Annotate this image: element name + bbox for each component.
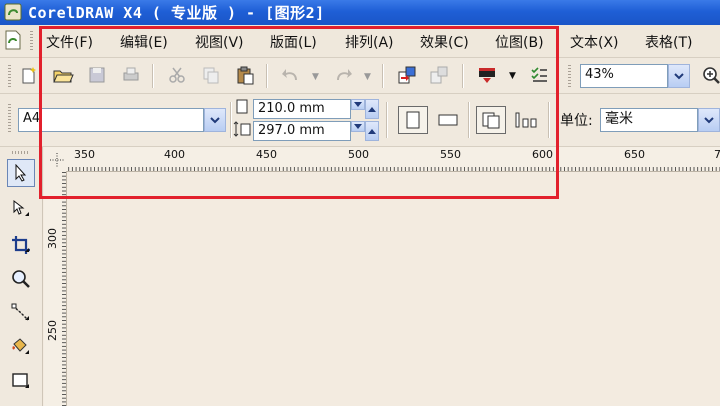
zoom-level-field[interactable]: 43% (580, 64, 668, 88)
toolbox-grip[interactable] (12, 151, 30, 154)
toolbox (0, 147, 43, 406)
zoom-tool-icon[interactable] (7, 265, 35, 293)
vertical-ruler[interactable]: 300 250 (44, 171, 67, 406)
freehand-tool-icon[interactable] (7, 299, 35, 327)
toolbar-grip[interactable] (8, 104, 11, 134)
rectangle-tool-icon[interactable] (7, 367, 35, 395)
drawing-canvas[interactable] (67, 172, 720, 406)
crop-tool-icon[interactable] (7, 231, 35, 259)
ruler-label: 250 (46, 320, 59, 341)
zoom-dropdown-icon[interactable] (668, 64, 690, 88)
smart-fill-tool-icon[interactable] (7, 333, 35, 361)
toolbar-grip[interactable] (568, 65, 571, 87)
vertical-ruler-ticks (44, 171, 66, 406)
coreldraw-app-icon[interactable] (4, 3, 22, 21)
highlight-box (39, 26, 559, 199)
new-document-icon[interactable] (18, 64, 40, 86)
units-label: 单位: (560, 113, 593, 129)
menu-text[interactable]: 文本(X) (570, 32, 619, 52)
title-bar: CorelDRAW X4 ( 专业版 ) - [图形2] (0, 0, 720, 25)
document-icon[interactable] (4, 30, 22, 50)
shape-tool-icon[interactable] (7, 195, 35, 223)
ruler-label: 7 (714, 148, 720, 161)
zoom-in-icon[interactable] (700, 64, 720, 86)
ruler-label: 650 (624, 148, 645, 161)
menubar-grip[interactable] (30, 31, 33, 51)
window-title: CorelDRAW X4 ( 专业版 ) - [图形2] (28, 4, 325, 22)
units-dropdown-icon[interactable] (698, 108, 720, 132)
pick-tool-icon[interactable] (7, 159, 35, 187)
menu-table[interactable]: 表格(T) (645, 32, 692, 52)
ruler-label: 300 (46, 228, 59, 249)
toolbar-grip[interactable] (8, 65, 11, 87)
units-select[interactable]: 毫米 (600, 108, 698, 132)
